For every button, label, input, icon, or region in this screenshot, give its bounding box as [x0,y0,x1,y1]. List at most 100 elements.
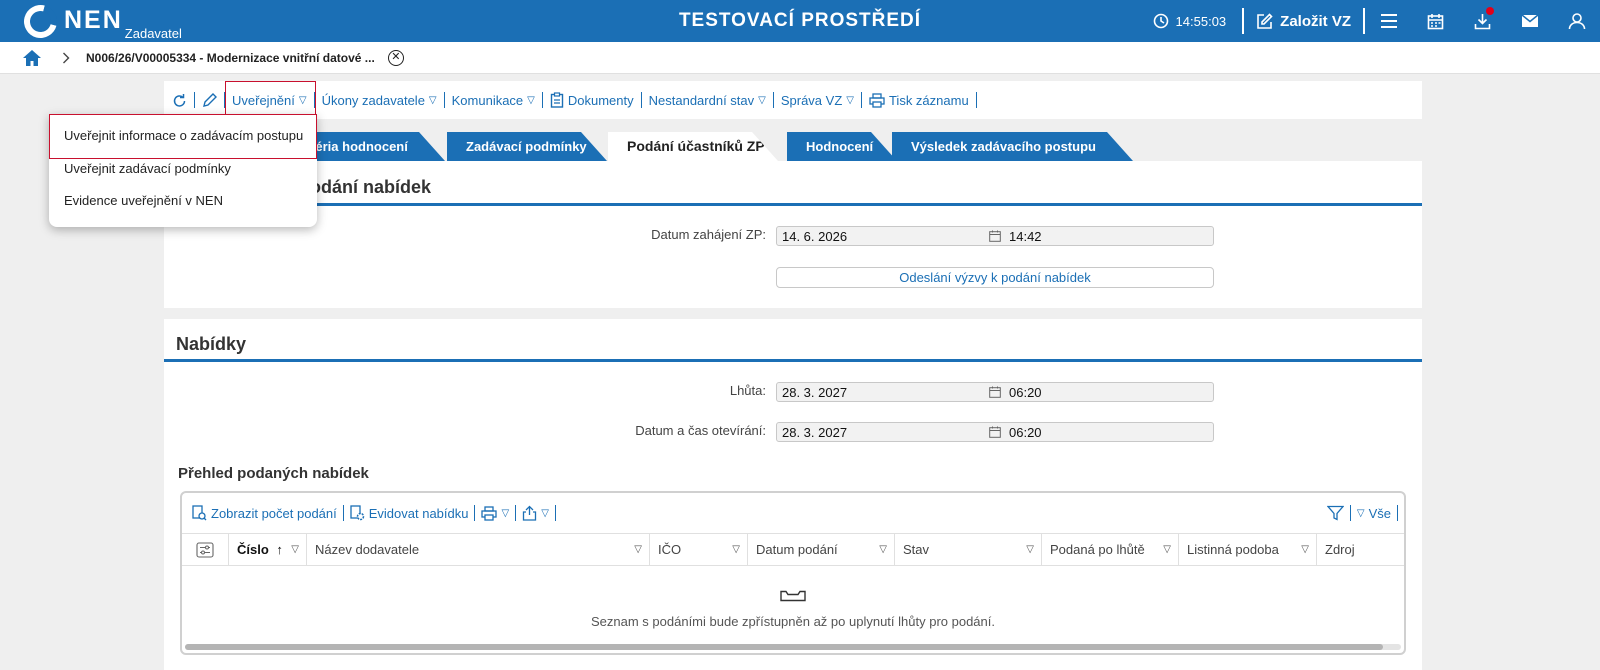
scrollbar-thumb[interactable] [185,644,1383,650]
opening-field[interactable]: 28. 3. 2027 06:20 [776,422,1214,442]
print-record-button[interactable]: Tisk záznamu [862,93,976,108]
download-icon [1474,13,1491,29]
send-invitation-button[interactable]: Odeslání výzvy k podání nabídek [776,267,1214,288]
chevron-right-icon [62,52,70,64]
triangle-down-icon[interactable]: ▽ [732,534,740,566]
deadline-time-value: 06:20 [1009,385,1042,400]
column-settings[interactable] [182,534,229,566]
toolbar-divider [474,505,476,521]
horizontal-scrollbar[interactable] [185,644,1401,650]
calendar-button[interactable] [1412,0,1459,42]
triangle-down-icon[interactable]: ▽ [1026,534,1034,566]
logo-ring-icon [17,0,64,45]
acts-label: Úkony zadavatele [321,92,425,108]
column-header-submitted[interactable]: Datum podání ▽ [748,534,895,566]
breadcrumb-current[interactable]: N006/26/V00005334 - Modernizace vnitřní … [86,51,375,65]
menu-item-publish-conditions[interactable]: Uveřejnit zadávací podmínky [49,161,317,176]
create-vz-button[interactable]: Založit VZ [1244,13,1363,30]
start-date-field[interactable]: 14. 6. 2026 14:42 [776,226,1214,246]
top-bar: NEN Zadavatel TESTOVACÍ PROSTŘEDÍ 14:55:… [0,0,1600,45]
triangle-down-icon[interactable]: ▽ [1163,534,1171,566]
filter-all-label: Vše [1368,505,1391,521]
filter-button[interactable] [1323,505,1348,521]
admin-label: Správa VZ [780,92,843,108]
publish-label: Uveřejnění [232,92,295,108]
empty-tray-icon [182,590,1404,602]
toolbar-divider [1349,505,1351,521]
empty-state-message: Seznam s podáními bude zpřístupněn až po… [591,614,995,629]
refresh-icon [173,93,186,107]
export-button[interactable]: ▽ [518,505,553,521]
register-offer-button[interactable]: Evidovat nabídku [346,505,473,521]
start-time-value: 14:42 [1009,229,1042,244]
column-header-late[interactable]: Podaná po lhůtě ▽ [1042,534,1179,566]
downloads-button[interactable] [1459,0,1506,42]
clock-time: 14:55:03 [1175,13,1227,29]
pencil-icon [203,92,217,107]
documents-button[interactable]: Dokumenty [543,92,641,108]
section-rule [164,359,1422,362]
print-grid-button[interactable]: ▽ [477,505,513,521]
tab-submissions[interactable]: Podání účastníků ZP [608,132,778,161]
tab-evaluation[interactable]: Hodnocení [787,132,897,161]
toolbar-divider [554,505,556,521]
show-count-label: Zobrazit počet podání [211,505,337,521]
document-gear-icon [350,505,364,521]
triangle-down-icon[interactable]: ▽ [634,534,642,566]
offers-overview-title: Přehled podaných nabídek [178,465,369,482]
opening-label: Datum a čas otevírání: [635,423,766,438]
show-count-button[interactable]: Zobrazit počet podání [188,505,341,521]
nonstandard-menu[interactable]: Nestandardní stav ▽ [642,93,773,108]
triangle-down-icon[interactable]: ▽ [879,534,887,566]
column-header-paper[interactable]: Listinná podoba ▽ [1179,534,1317,566]
deadline-label: Lhůta: [729,383,766,398]
grid-header: Číslo ↑ ▽ Název dodavatele ▽ IČO ▽ Datum… [182,533,1404,566]
nen-logo[interactable]: NEN Zadavatel [17,0,182,45]
calendar-icon [989,386,1001,398]
calendar-icon [1427,13,1444,29]
printer-icon [869,92,885,108]
column-header-status[interactable]: Stav ▽ [895,534,1042,566]
acts-menu[interactable]: Úkony zadavatele ▽ [315,93,444,108]
home-link[interactable] [22,49,42,67]
menu-button[interactable] [1365,0,1412,42]
sort-ascending-icon: ↑ [276,542,283,557]
menu-item-publish-info[interactable]: Uveřejnit informace o zadávacím postupu [49,128,317,143]
menu-item-publication-records[interactable]: Evidence uveřejnění v NEN [49,193,317,208]
publish-menu[interactable]: Uveřejnění ▽ [225,93,314,108]
sliders-icon [196,542,214,558]
edit-button[interactable] [195,92,224,108]
tab-conditions[interactable]: Zadávací podmínky [447,132,607,161]
column-header-source[interactable]: Zdroj [1317,534,1404,566]
triangle-down-icon: ▽ [527,94,535,106]
column-submitted-label: Datum podání [756,542,838,557]
column-supplier-label: Název dodavatele [315,542,420,557]
deadline-field[interactable]: 28. 3. 2027 06:20 [776,382,1214,402]
communication-menu[interactable]: Komunikace ▽ [445,93,542,108]
toolbar-divider [975,92,977,108]
communication-label: Komunikace [451,92,524,108]
invitation-section-title: podání nabídek [299,177,432,197]
document-search-icon [192,505,207,521]
start-date-label: Datum zahájení ZP: [651,227,766,242]
close-tab-button[interactable]: ✕ [387,49,404,66]
column-source-label: Zdroj [1325,542,1355,557]
toolbar-divider [1397,505,1398,521]
triangle-down-icon[interactable]: ▽ [1301,534,1309,566]
admin-menu[interactable]: Správa VZ ▽ [774,93,861,108]
create-vz-label: Založit VZ [1280,12,1351,30]
column-header-supplier[interactable]: Název dodavatele ▽ [307,534,650,566]
section-rule [164,203,1422,206]
refresh-button[interactable] [164,93,194,108]
publish-dropdown-menu: Uveřejnit informace o zadávacím postupu … [49,114,317,227]
breadcrumb: N006/26/V00005334 - Modernizace vnitřní … [0,42,1600,74]
filter-all-dropdown[interactable]: ▽ Vše [1353,506,1395,521]
user-button[interactable] [1553,0,1600,42]
column-header-ico[interactable]: IČO ▽ [650,534,748,566]
column-header-number[interactable]: Číslo ↑ ▽ [229,534,307,566]
triangle-down-icon[interactable]: ▽ [291,534,299,566]
calendar-icon [989,230,1001,242]
messages-button[interactable] [1506,0,1553,42]
tab-result[interactable]: Výsledek zadávacího postupu [892,132,1133,161]
printer-icon [481,505,498,521]
